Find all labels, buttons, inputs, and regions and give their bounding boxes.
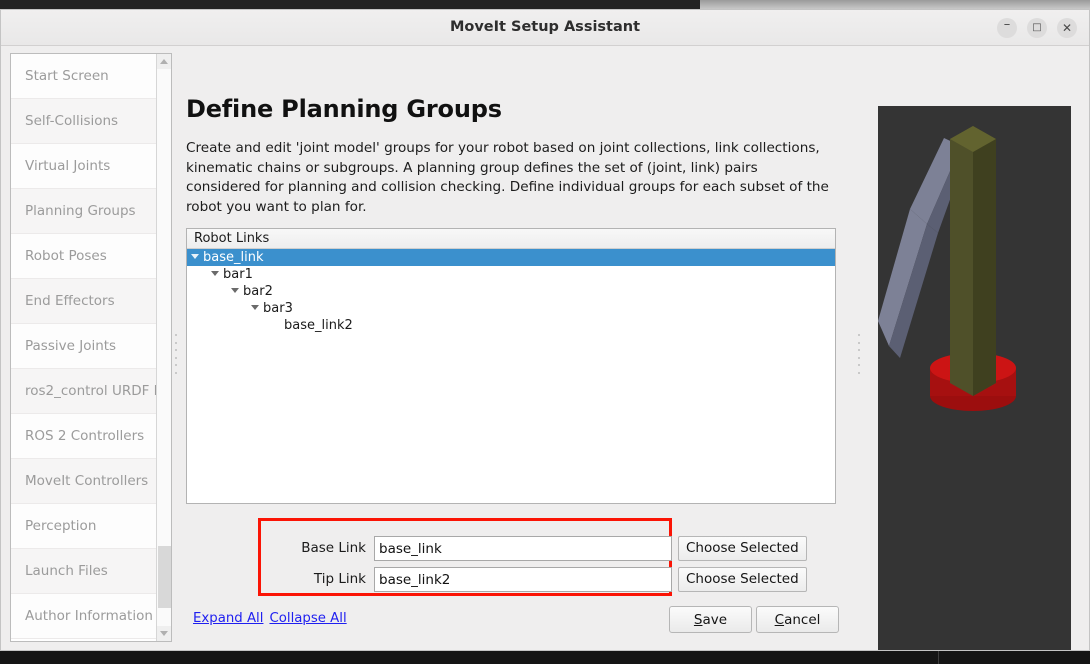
- sidebar-item-end-effectors[interactable]: End Effectors: [11, 279, 157, 324]
- sidebar-scrollbar-thumb[interactable]: [158, 546, 171, 608]
- page-description: Create and edit 'joint model' groups for…: [186, 140, 829, 215]
- tip-link-input[interactable]: [374, 567, 672, 592]
- close-icon: ✕: [1061, 21, 1073, 35]
- minimize-icon: –: [1003, 17, 1011, 32]
- sidebar-item-launch-files[interactable]: Launch Files: [11, 549, 157, 594]
- tip-link-label: Tip Link: [313, 571, 366, 587]
- sidebar-item-self-collisions[interactable]: Self-Collisions: [11, 99, 157, 144]
- tree-row[interactable]: bar2: [187, 283, 835, 300]
- cancel-button[interactable]: Cancel: [756, 606, 839, 633]
- tree-expand-arrow-icon[interactable]: [211, 271, 219, 276]
- sidebar-item-label: Passive Joints: [25, 338, 117, 354]
- minimize-button[interactable]: –: [997, 17, 1017, 38]
- splitter-handle-left[interactable]: [173, 334, 179, 374]
- tree-expand-arrow-icon[interactable]: [251, 305, 259, 310]
- sidebar-item-label: ros2_control URDF M: [25, 383, 157, 399]
- robot-links-tree[interactable]: Robot Links base_link bar1 bar2 bar3 base_li…: [186, 228, 836, 504]
- save-button[interactable]: Save: [669, 606, 752, 633]
- sidebar-scrollbar[interactable]: [156, 54, 171, 641]
- sidebar-item-start-screen[interactable]: Start Screen: [11, 54, 157, 99]
- tree-row-label: base_link: [203, 250, 264, 265]
- sidebar-item-label: Planning Groups: [25, 203, 136, 219]
- tree-expand-arrow-icon[interactable]: [191, 254, 199, 259]
- tree-row[interactable]: bar1: [187, 266, 835, 283]
- sidebar-item-ros-2-controllers[interactable]: ROS 2 Controllers: [11, 414, 157, 459]
- robot-render-surface: [878, 126, 1016, 411]
- sidebar-item-virtual-joints[interactable]: Virtual Joints: [11, 144, 157, 189]
- base-link-label: Base Link: [301, 540, 366, 556]
- desktop-taskbar-tick: [938, 651, 939, 664]
- tree-action-links: Expand All Collapse All: [193, 611, 353, 626]
- sidebar-item-moveit-controllers[interactable]: MoveIt Controllers: [11, 459, 157, 504]
- sidebar-item-passive-joints[interactable]: Passive Joints: [11, 324, 157, 369]
- scroll-up-arrow-icon[interactable]: [157, 54, 171, 69]
- sidebar-item-label: ROS 2 Controllers: [25, 428, 145, 444]
- tree-row-label: bar2: [243, 284, 273, 299]
- tree-row[interactable]: base_link2: [187, 317, 835, 334]
- sidebar-item-ros2-control-urdf-m[interactable]: ros2_control URDF M: [11, 369, 157, 414]
- sidebar-item-label: MoveIt Controllers: [25, 473, 149, 489]
- application-window: MoveIt Setup Assistant – □ ✕ Start Scree…: [0, 9, 1090, 651]
- desktop-top-strip-right: [700, 0, 1090, 9]
- title-bar: MoveIt Setup Assistant – □ ✕: [1, 10, 1089, 46]
- cancel-mnemonic: C: [774, 611, 785, 628]
- page-title: Define Planning Groups: [186, 95, 502, 123]
- viewport-panel: visualcollision CSDN @韭菜钟: [870, 53, 1082, 650]
- window-body: Start Screen Self-Collisions Virtual Joint…: [1, 46, 1089, 650]
- tree-row-label: bar3: [263, 301, 293, 316]
- sidebar-item-label: Start Screen: [25, 68, 109, 84]
- maximize-icon: □: [1032, 22, 1042, 33]
- collapse-all-link[interactable]: Collapse All: [269, 611, 346, 626]
- sidebar-item-robot-poses[interactable]: Robot Poses: [11, 234, 157, 279]
- tree-row[interactable]: base_link: [187, 249, 835, 266]
- desktop-top-strip-left: [0, 0, 700, 9]
- scroll-down-arrow-icon[interactable]: [157, 626, 171, 641]
- sidebar-item-label: Author Information: [25, 608, 153, 624]
- cancel-label: ancel: [784, 611, 821, 628]
- close-button[interactable]: ✕: [1057, 18, 1077, 38]
- sidebar-item-label: Virtual Joints: [25, 158, 111, 174]
- choose-selected-tip-button[interactable]: Choose Selected: [678, 567, 807, 592]
- save-mnemonic: S: [693, 611, 703, 628]
- tree-rows-container: base_link bar1 bar2 bar3 base_link2: [187, 249, 835, 334]
- splitter-handle-right[interactable]: [856, 334, 862, 374]
- tree-row-label: bar1: [223, 267, 253, 282]
- sidebar-item-label: Perception: [25, 518, 97, 534]
- sidebar-item-planning-groups[interactable]: Planning Groups: [11, 189, 157, 234]
- tree-column-header: Robot Links: [187, 229, 835, 249]
- sidebar-item-perception[interactable]: Perception: [11, 504, 157, 549]
- sidebar-item-label: End Effectors: [25, 293, 115, 309]
- choose-selected-base-button[interactable]: Choose Selected: [678, 536, 807, 561]
- tree-row-label: base_link2: [284, 318, 353, 333]
- navigation-list: Start Screen Self-Collisions Virtual Joint…: [11, 54, 157, 641]
- robot-3d-viewport[interactable]: [878, 106, 1071, 650]
- navigation-sidebar: Start Screen Self-Collisions Virtual Joint…: [10, 53, 172, 642]
- main-content-panel: Define Planning Groups Create and edit '…: [186, 53, 846, 642]
- sidebar-item-label: Robot Poses: [25, 248, 107, 264]
- tree-expand-arrow-icon[interactable]: [231, 288, 239, 293]
- sidebar-item-author-information[interactable]: Author Information: [11, 594, 157, 639]
- sidebar-item-label: Self-Collisions: [25, 113, 119, 129]
- sidebar-item-label: Launch Files: [25, 563, 108, 579]
- tree-row[interactable]: bar3: [187, 300, 835, 317]
- expand-all-link[interactable]: Expand All: [193, 611, 263, 626]
- save-label: ave: [702, 611, 728, 628]
- window-title: MoveIt Setup Assistant: [449, 19, 641, 35]
- base-link-input[interactable]: [374, 536, 672, 561]
- desktop-taskbar: [0, 651, 1090, 664]
- maximize-button[interactable]: □: [1027, 18, 1047, 38]
